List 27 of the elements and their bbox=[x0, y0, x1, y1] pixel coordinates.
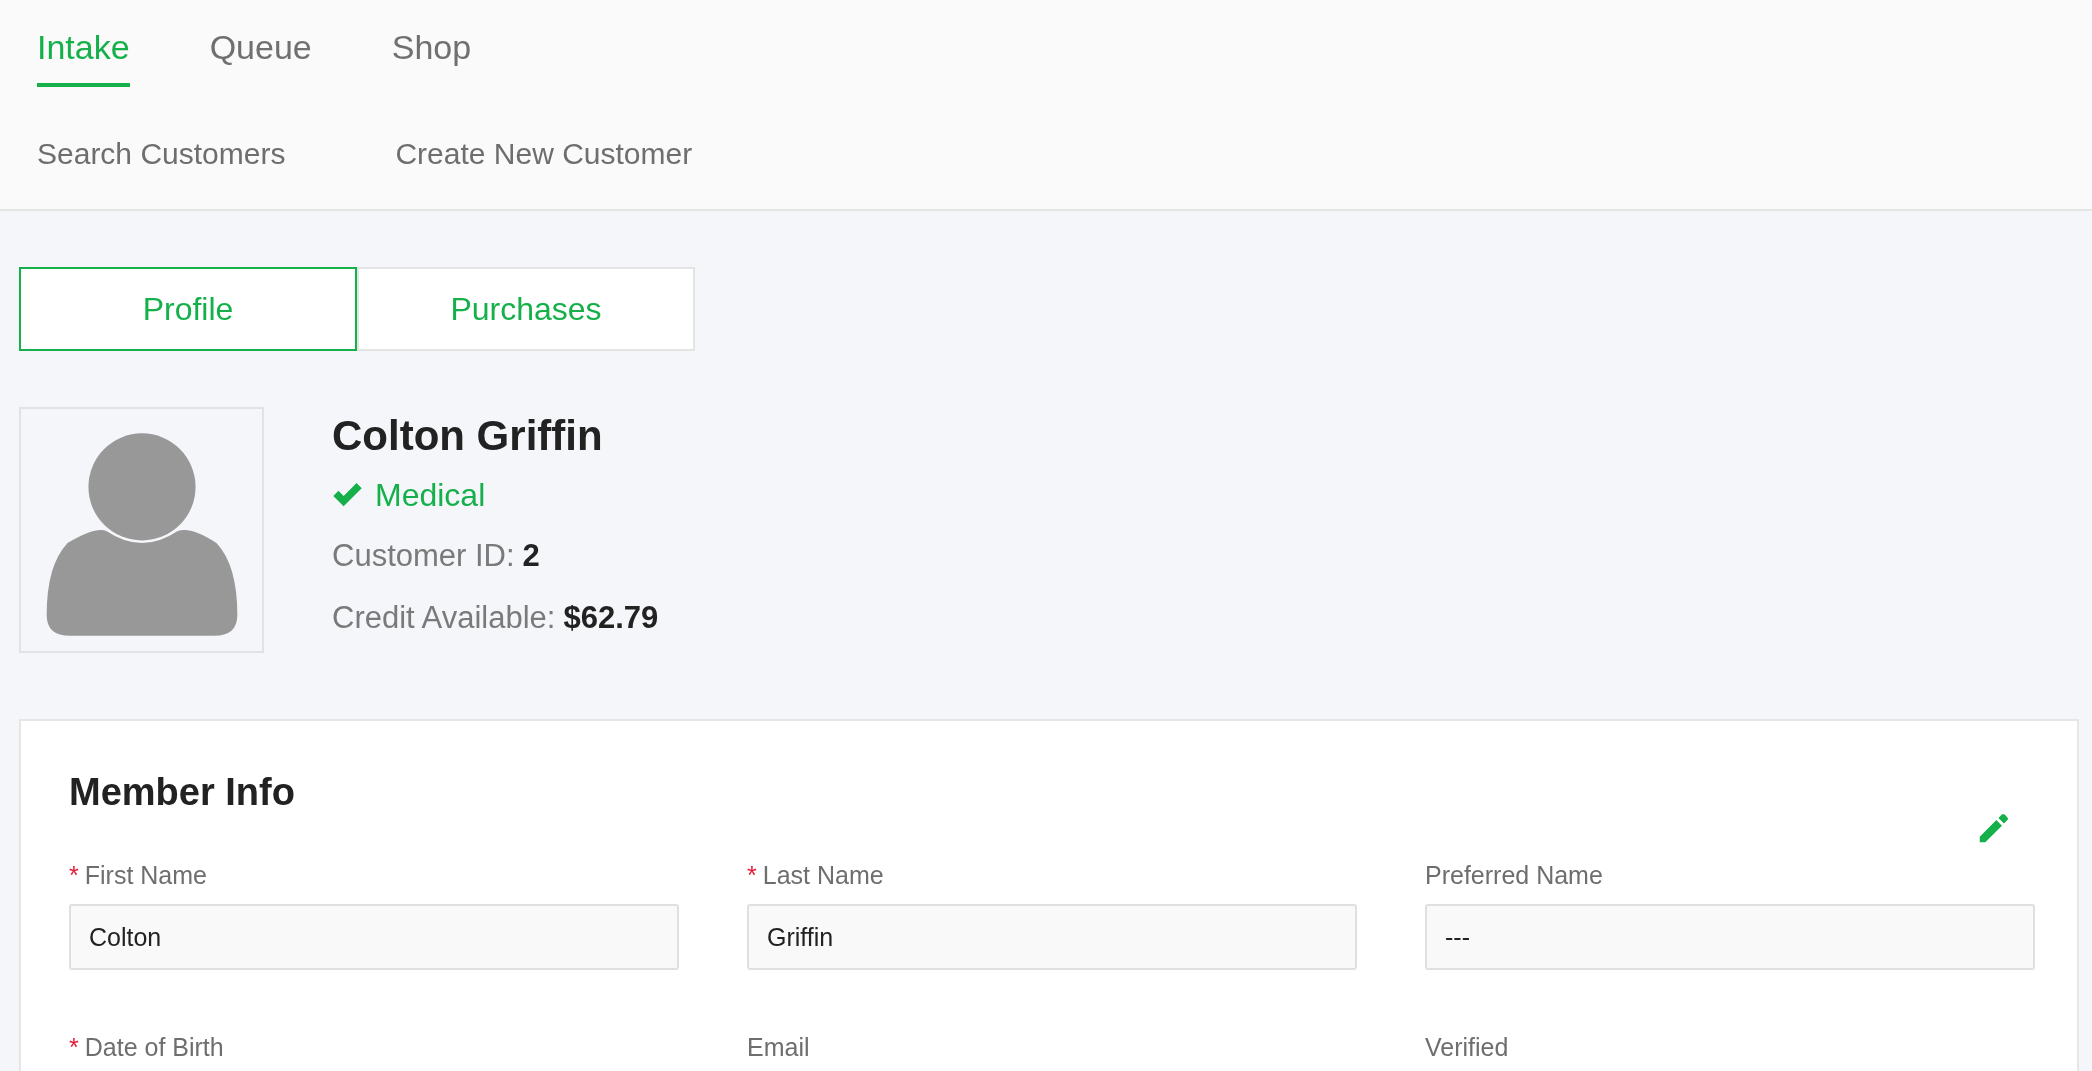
field-label: Email bbox=[747, 1033, 810, 1062]
input-field[interactable]: Colton bbox=[69, 904, 679, 970]
view-tab[interactable]: Profile bbox=[19, 267, 357, 351]
field-label: First Name bbox=[84, 861, 207, 890]
detail-value: 2 bbox=[522, 538, 540, 573]
detail-label: Customer ID: bbox=[332, 538, 515, 573]
input-field[interactable]: --- bbox=[1425, 904, 2035, 970]
field-label: Preferred Name bbox=[1425, 861, 1603, 890]
field-label: Verified bbox=[1425, 1033, 1509, 1062]
customer-status: Medical bbox=[375, 477, 486, 514]
required-mark: * bbox=[69, 1033, 79, 1062]
required-mark: * bbox=[747, 861, 757, 890]
subnav-link[interactable]: Search Customers bbox=[37, 137, 286, 171]
subnav-link[interactable]: Create New Customer bbox=[395, 137, 693, 171]
input-field[interactable]: Griffin bbox=[747, 904, 1357, 970]
detail-label: Credit Available: bbox=[332, 600, 556, 635]
required-mark: * bbox=[69, 861, 79, 890]
checkmark-icon bbox=[332, 482, 363, 509]
field-label: Last Name bbox=[762, 861, 884, 890]
field-label: Date of Birth bbox=[84, 1033, 224, 1062]
nav-tab[interactable]: Intake bbox=[37, 28, 130, 87]
customer-name: Colton Griffin bbox=[332, 411, 604, 461]
card-title: Member Info bbox=[69, 771, 295, 814]
detail-value: $62.79 bbox=[563, 600, 659, 635]
view-tab[interactable]: Purchases bbox=[357, 267, 695, 351]
nav-tab[interactable]: Shop bbox=[391, 28, 472, 87]
nav-tab[interactable]: Queue bbox=[209, 28, 312, 87]
